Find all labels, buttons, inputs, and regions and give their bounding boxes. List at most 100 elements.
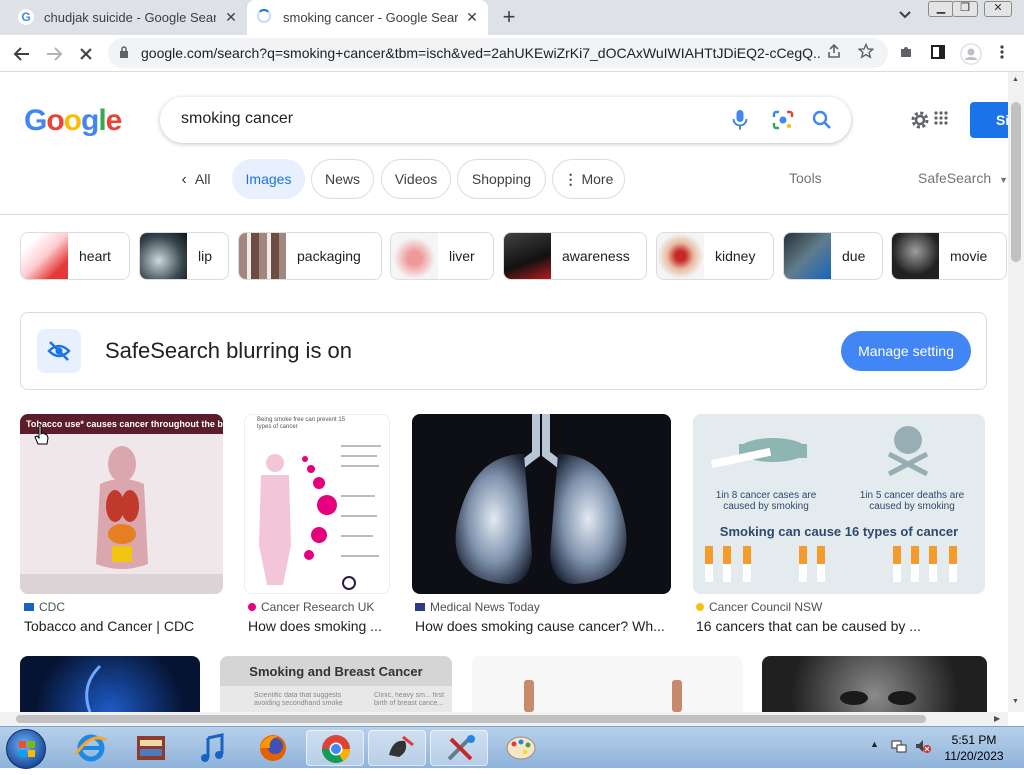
result-image-cancer-council-nsw[interactable]: 1in 8 cancer cases are caused by smoking… bbox=[693, 414, 985, 594]
back-button[interactable] bbox=[10, 42, 34, 66]
media-center-taskbar-icon[interactable] bbox=[122, 730, 180, 766]
result-source-cancer-council-nsw[interactable]: Cancer Council NSW bbox=[696, 600, 822, 614]
result-image-aged-face[interactable] bbox=[762, 656, 987, 712]
chip-thumbnail bbox=[784, 233, 831, 279]
chip-thumbnail bbox=[504, 233, 551, 279]
more-vert-icon: ⋮ bbox=[563, 171, 578, 187]
result-image-throat-diagram[interactable] bbox=[472, 656, 743, 712]
tab-shopping[interactable]: Shopping bbox=[457, 159, 546, 199]
result-image-cancer-research-uk[interactable]: Being smoke free can prevent 15 types of… bbox=[244, 414, 390, 594]
share-icon[interactable] bbox=[824, 43, 844, 63]
paint-app-taskbar-icon[interactable] bbox=[368, 730, 426, 766]
result-source-medical-news-today[interactable]: Medical News Today bbox=[415, 600, 540, 614]
stop-loading-button[interactable] bbox=[74, 42, 98, 66]
scroll-up-arrow-icon[interactable]: ▲ bbox=[1012, 76, 1019, 83]
horizontal-scroll-thumb[interactable] bbox=[16, 715, 926, 723]
restore-window-button[interactable]: ❐ bbox=[952, 1, 978, 17]
related-chip-liver[interactable]: liver bbox=[390, 232, 494, 280]
search-box[interactable]: smoking cancer bbox=[160, 97, 851, 143]
result-image-throat-xray[interactable] bbox=[20, 656, 200, 712]
close-window-button[interactable]: ✕ bbox=[984, 1, 1012, 17]
tab-images[interactable]: Images bbox=[232, 159, 305, 199]
show-hidden-icons-arrow-icon[interactable]: ▲ bbox=[870, 739, 879, 749]
image-heading: Tobacco use* causes cancer throughout th… bbox=[20, 414, 223, 434]
related-chip-due[interactable]: due bbox=[783, 232, 883, 280]
chip-thumbnail bbox=[391, 233, 438, 279]
close-tab-icon[interactable]: ✕ bbox=[464, 9, 480, 25]
address-bar[interactable]: google.com/search?q=smoking+cancer&tbm=i… bbox=[108, 38, 888, 68]
related-chip-heart[interactable]: heart bbox=[20, 232, 130, 280]
settings-gear-icon[interactable] bbox=[908, 108, 932, 132]
windows-taskbar: ▲ 5:51 PM 11/20/2023 bbox=[0, 726, 1024, 769]
scroll-down-arrow-icon[interactable]: ▼ bbox=[1012, 698, 1019, 705]
search-icon[interactable] bbox=[812, 110, 832, 130]
url-text[interactable]: google.com/search?q=smoking+cancer&tbm=i… bbox=[141, 45, 821, 61]
bookmark-star-icon[interactable] bbox=[856, 42, 876, 63]
tab-search-chevron-icon[interactable] bbox=[896, 9, 914, 27]
chrome-menu-icon[interactable] bbox=[992, 44, 1012, 64]
source-name: Cancer Research UK bbox=[261, 600, 375, 614]
tab-all[interactable]: ‹ All bbox=[166, 159, 226, 199]
search-input[interactable]: smoking cancer bbox=[181, 110, 293, 128]
result-image-medical-news-today[interactable] bbox=[412, 414, 671, 594]
system-clock[interactable]: 5:51 PM 11/20/2023 bbox=[936, 732, 1012, 764]
related-chip-packaging[interactable]: packaging bbox=[238, 232, 382, 280]
side-panel-icon[interactable] bbox=[928, 44, 948, 64]
horizontal-scrollbar[interactable]: ▶ bbox=[0, 712, 1008, 726]
dropdown-arrow-icon: ▼ bbox=[999, 175, 1008, 185]
chip-thumbnail bbox=[140, 233, 187, 279]
vertical-scrollbar[interactable]: ▲ ▼ bbox=[1008, 72, 1024, 712]
result-title-medical-news-today[interactable]: How does smoking cause cancer? Wh... bbox=[415, 618, 671, 634]
network-icon[interactable] bbox=[890, 737, 908, 755]
firefox-taskbar-icon[interactable] bbox=[244, 730, 302, 766]
new-tab-button[interactable]: + bbox=[498, 6, 520, 28]
logo-letter: o bbox=[46, 104, 64, 137]
mnt-favicon-icon bbox=[415, 603, 425, 611]
volume-muted-icon[interactable] bbox=[914, 737, 932, 755]
tab-chudjak-suicide[interactable]: G chudjak suicide - Google Search ✕ bbox=[0, 0, 247, 35]
voice-search-mic-icon[interactable] bbox=[730, 109, 750, 131]
result-title-cancer-research-uk[interactable]: How does smoking ... bbox=[248, 618, 390, 634]
result-image-cdc[interactable]: Tobacco use* causes cancer throughout th… bbox=[20, 414, 223, 594]
tab-more[interactable]: ⋮ More bbox=[552, 159, 625, 199]
related-chip-lip[interactable]: lip bbox=[139, 232, 229, 280]
vertical-scroll-thumb[interactable] bbox=[1011, 102, 1021, 262]
profile-avatar-icon[interactable] bbox=[960, 43, 982, 65]
related-chip-awareness[interactable]: awareness bbox=[503, 232, 647, 280]
result-source-cdc[interactable]: CDC bbox=[24, 600, 65, 614]
safesearch-label: SafeSearch bbox=[918, 170, 992, 186]
minimize-window-button[interactable]: ▁ bbox=[928, 1, 954, 17]
lock-icon[interactable] bbox=[119, 46, 129, 58]
internet-explorer-taskbar-icon[interactable] bbox=[62, 730, 120, 766]
result-title-cancer-council-nsw[interactable]: 16 cancers that can be caused by ... bbox=[696, 618, 986, 634]
related-chip-kidney[interactable]: kidney bbox=[656, 232, 774, 280]
result-title-cdc[interactable]: Tobacco and Cancer | CDC bbox=[24, 618, 224, 634]
lens-camera-icon[interactable] bbox=[772, 110, 794, 130]
tab-smoking-cancer[interactable]: smoking cancer - Google Search ✕ bbox=[247, 0, 488, 35]
tools-app-taskbar-icon[interactable] bbox=[430, 730, 488, 766]
start-button[interactable] bbox=[6, 729, 46, 769]
windows-logo-icon bbox=[19, 741, 35, 757]
paint-palette-taskbar-icon[interactable] bbox=[492, 730, 550, 766]
google-favicon-icon: G bbox=[18, 9, 34, 25]
forward-button[interactable] bbox=[42, 42, 66, 66]
tab-videos[interactable]: Videos bbox=[381, 159, 451, 199]
tab-label: All bbox=[194, 171, 211, 187]
body-outline-graphic bbox=[259, 445, 381, 590]
close-tab-icon[interactable]: ✕ bbox=[223, 9, 239, 25]
result-image-breast-cancer[interactable]: Smoking and Breast Cancer Scientific dat… bbox=[220, 656, 452, 712]
manage-setting-button[interactable]: Manage setting bbox=[841, 331, 971, 371]
scroll-right-arrow-icon[interactable]: ▶ bbox=[994, 714, 1000, 723]
related-chip-movie[interactable]: movie bbox=[891, 232, 1007, 280]
safesearch-dropdown[interactable]: SafeSearch ▼ bbox=[918, 170, 1008, 186]
body-diagram-graphic bbox=[20, 446, 223, 594]
music-player-taskbar-icon[interactable] bbox=[184, 730, 242, 766]
extensions-puzzle-icon[interactable] bbox=[896, 44, 916, 64]
result-source-cancer-research-uk[interactable]: Cancer Research UK bbox=[248, 600, 374, 614]
chrome-taskbar-icon[interactable] bbox=[306, 730, 364, 766]
google-apps-grid-icon[interactable] bbox=[934, 111, 948, 125]
tools-button[interactable]: Tools bbox=[789, 170, 822, 186]
google-logo[interactable]: Google bbox=[24, 104, 122, 138]
chip-label: due bbox=[842, 248, 866, 264]
tab-news[interactable]: News bbox=[311, 159, 374, 199]
